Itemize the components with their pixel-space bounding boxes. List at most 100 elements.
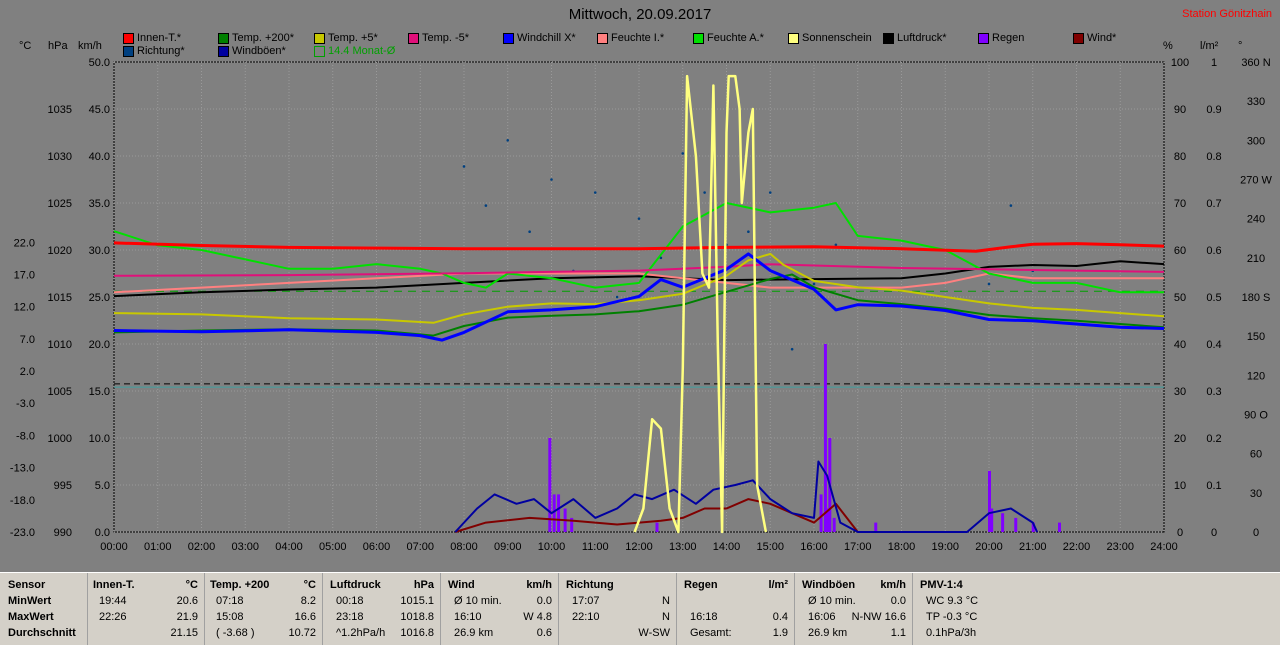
y-tick-label-pressure: 995 — [54, 480, 72, 492]
direction-point — [768, 191, 772, 194]
x-tick-label: 01:00 — [144, 541, 172, 553]
y-tick-label-direction: 330 — [1247, 96, 1265, 108]
direction-point — [528, 230, 531, 234]
col-regen: Regen l/m² 16:18 0.4 Gesamt: 1.9 — [676, 573, 795, 645]
y-tick-label-pressure: 1005 — [48, 386, 72, 398]
col-temp200: Temp. +200 °C 07:18 8.2 15:08 16.6 ( -3.68 ) 10… — [204, 573, 323, 645]
rain-bar — [823, 344, 827, 532]
y-tick-label-temp: 7.0 — [20, 334, 35, 346]
col-sensor: Sensor MinWert MaxWert Durchschnitt — [0, 573, 88, 645]
x-tick-label: 05:00 — [319, 541, 347, 553]
y-tick-label-pressure: 990 — [54, 527, 72, 539]
x-tick-label: 14:00 — [713, 541, 741, 553]
row-label: Durchschnitt — [8, 627, 76, 639]
rain-bar — [1058, 522, 1061, 532]
y-tick-label-pressure: 1030 — [48, 151, 72, 163]
y-tick-label-wind: 0.0 — [95, 527, 110, 539]
direction-point — [987, 282, 991, 286]
x-tick-label: 23:00 — [1106, 541, 1134, 553]
y-tick-label-direction: 60 — [1250, 449, 1262, 461]
y-tick-label-direction: 360 N — [1241, 57, 1270, 69]
cell-value: 20.6 — [176, 595, 198, 607]
x-tick-label: 21:00 — [1019, 541, 1047, 553]
y-tick-label-wind: 20.0 — [89, 339, 110, 351]
y-tick-label-solar: 0.5 — [1206, 292, 1221, 304]
rain-bar — [1014, 517, 1018, 532]
y-tick-label-direction: 210 — [1247, 253, 1265, 265]
y-tick-label-wind: 50.0 — [89, 57, 110, 69]
y-tick-label-wind: 30.0 — [89, 245, 110, 257]
x-tick-label: 10:00 — [538, 541, 566, 553]
x-tick-label: 22:00 — [1063, 541, 1091, 553]
cell-value: 1018.8 — [400, 611, 434, 623]
cell-value: W-SW — [638, 627, 670, 639]
cell-value: 10.72 — [288, 627, 316, 639]
cell-value: Gesamt: — [690, 627, 732, 639]
x-tick-label: 08:00 — [450, 541, 478, 553]
cell-value: 23:18 — [336, 611, 364, 623]
direction-point — [1009, 204, 1013, 207]
cell-value: TP -0.3 °C — [926, 611, 978, 623]
y-tick-label-wind: 5.0 — [95, 480, 110, 492]
y-tick-label-solar: 0.3 — [1206, 386, 1221, 398]
col-header: Temp. +200 — [210, 579, 270, 591]
direction-point — [462, 165, 466, 168]
y-tick-label-solar: 0 — [1211, 527, 1217, 539]
y-tick-label-pressure: 1025 — [48, 198, 72, 210]
cell-value: N-NW 16.6 — [851, 611, 906, 623]
direction-point — [681, 152, 685, 155]
col-unit: °C — [303, 579, 316, 591]
cell-value: 8.2 — [300, 595, 316, 607]
col-header: PMV-1:4 — [920, 579, 963, 591]
y-tick-label-solar: 0.9 — [1206, 104, 1221, 116]
x-tick-label: 00:00 — [100, 541, 128, 553]
stats-table: Sensor MinWert MaxWert Durchschnitt Inne… — [0, 572, 1280, 645]
x-tick-label: 15:00 — [756, 541, 784, 553]
cell-value: 0.6 — [536, 627, 552, 639]
y-tick-label-solar: 1 — [1211, 57, 1217, 69]
cell-value: 26.9 km — [808, 627, 848, 639]
rain-bar — [655, 522, 659, 532]
y-tick-label-direction: 0 — [1253, 527, 1259, 539]
col-unit: l/m² — [768, 579, 788, 591]
y-tick-label-wind: 25.0 — [89, 292, 110, 304]
cell-value: 22:26 — [99, 611, 127, 623]
x-tick-label: 12:00 — [625, 541, 653, 553]
cell-value: 1.1 — [890, 627, 906, 639]
col-unit: °C — [185, 579, 198, 591]
y-tick-label-temp: -13.0 — [10, 463, 35, 475]
x-tick-label: 13:00 — [669, 541, 697, 553]
direction-point — [834, 243, 838, 247]
y-tick-label-percent: 100 — [1171, 57, 1189, 69]
col-wind: Wind km/h Ø 10 min. 0.0 16:10 W 4.8 26.9 km 0.6 — [440, 573, 559, 645]
col-unit: km/h — [880, 579, 906, 591]
col-innen: Innen-T. °C 19:44 20.6 22:26 21.9 21.15 — [87, 573, 205, 645]
x-tick-label: 17:00 — [844, 541, 872, 553]
y-tick-label-pressure: 1020 — [48, 245, 72, 257]
y-tick-label-percent: 20 — [1174, 433, 1186, 445]
cell-value: 0.0 — [536, 595, 552, 607]
y-tick-label-solar: 0.7 — [1206, 198, 1221, 210]
x-tick-label: 09:00 — [494, 541, 522, 553]
x-tick-label: 02:00 — [188, 541, 216, 553]
y-tick-label-direction: 150 — [1247, 331, 1265, 343]
cell-value: 16.6 — [294, 611, 316, 623]
x-tick-label: 20:00 — [975, 541, 1003, 553]
y-tick-label-pressure: 1015 — [48, 292, 72, 304]
y-tick-label-wind: 35.0 — [89, 198, 110, 210]
direction-point — [747, 230, 750, 234]
direction-point — [703, 191, 706, 194]
rain-bar — [819, 494, 823, 532]
x-tick-label: 07:00 — [406, 541, 434, 553]
cell-value: ^1.2hPa/h — [336, 627, 386, 639]
cell-value: 1.9 — [772, 627, 788, 639]
y-tick-label-direction: 240 — [1247, 214, 1265, 226]
y-tick-label-temp: 17.0 — [14, 269, 35, 281]
y-tick-label-direction: 120 — [1247, 370, 1265, 382]
x-tick-label: 03:00 — [231, 541, 259, 553]
cell-value: WC 9.3 °C — [926, 595, 979, 607]
col-luftdruck: Luftdruck hPa 00:18 1015.1 23:18 1018.8 ^1.2hP… — [322, 573, 441, 645]
direction-point — [506, 139, 510, 142]
col-header: Richtung — [566, 579, 614, 591]
x-tick-label: 16:00 — [800, 541, 828, 553]
